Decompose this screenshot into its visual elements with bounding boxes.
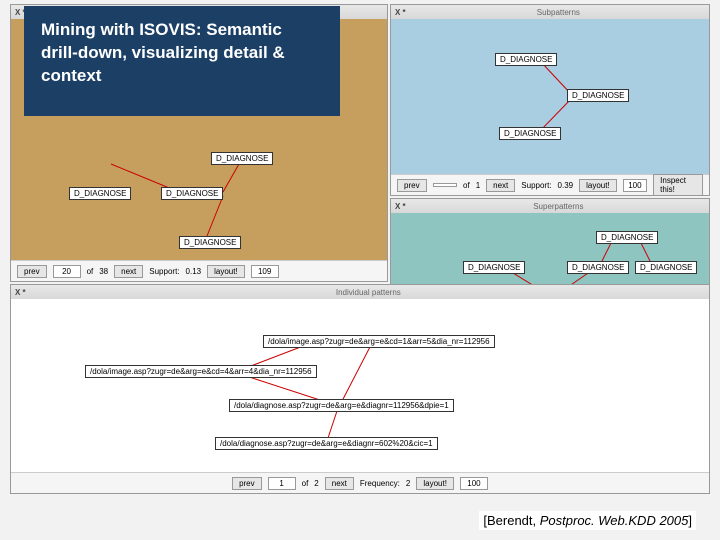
layout-input[interactable]: 109 [251,265,279,278]
pane-title: Subpatterns [412,8,705,17]
graph-node[interactable]: /dola/image.asp?zugr=de&arg=e&cd=1&arr=5… [263,335,495,348]
page-input[interactable]: 1 [268,477,296,490]
pane-title: Superpatterns [412,202,705,211]
graph-node[interactable]: D_DIAGNOSE [567,89,629,102]
pane-header: X * Superpatterns [391,199,709,214]
graph-node[interactable]: /dola/diagnose.asp?zugr=de&arg=e&diagnr=… [215,437,438,450]
title-box: Mining with ISOVIS: Semantic drill-down,… [24,6,340,116]
graph-node[interactable]: D_DIAGNOSE [463,261,525,274]
citation: [Berendt, Postproc. Web.KDD 2005] [479,511,696,530]
pane-header: X * Individual patterns [11,285,709,300]
support-label: Support: [149,267,179,276]
pane-header: X * Subpatterns [391,5,709,20]
pane-toolbar: prev 20 of 38 next Support: 0.13 layout!… [11,260,387,281]
next-button[interactable]: next [325,477,354,490]
inspect-button[interactable]: Inspect this! [653,174,703,196]
graph-node[interactable]: D_DIAGNOSE [161,187,223,200]
citation-suffix: ] [688,513,692,528]
pane-individual: X * Individual patterns /dola/image.asp?… [10,284,710,494]
total-label: 38 [99,267,108,276]
total-label: 1 [476,181,480,190]
graph-node[interactable]: D_DIAGNOSE [499,127,561,140]
graph-node[interactable]: /dola/image.asp?zugr=de&arg=e&cd=4&arr=4… [85,365,317,378]
page-input[interactable]: 20 [53,265,81,278]
close-icon[interactable]: X * [395,202,406,211]
support-value: 0.13 [186,267,202,276]
close-icon[interactable]: X * [15,288,26,297]
frequency-value: 2 [406,479,410,488]
layout-button[interactable]: layout! [207,265,245,278]
graph-node[interactable]: D_DIAGNOSE [635,261,697,274]
total-label: 2 [314,479,318,488]
support-value: 0.39 [558,181,574,190]
pane-subpatterns: X * Subpatterns D_DIAGNOSE D_DIAGNOSE D_… [390,4,710,196]
close-icon[interactable]: X * [395,8,406,17]
frequency-label: Frequency: [360,479,400,488]
of-label: of [87,267,94,276]
page-input[interactable] [433,183,457,187]
edge-layer [391,19,709,175]
graph-node[interactable]: D_DIAGNOSE [179,236,241,249]
graph-node[interactable]: /dola/diagnose.asp?zugr=de&arg=e&diagnr=… [229,399,454,412]
pane-toolbar: prev 1 of 2 next Frequency: 2 layout! 10… [11,472,709,493]
pane-title: Individual patterns [32,288,705,297]
next-button[interactable]: next [114,265,143,278]
graph-node[interactable]: D_DIAGNOSE [596,231,658,244]
graph-node[interactable]: D_DIAGNOSE [495,53,557,66]
pane-canvas: /dola/image.asp?zugr=de&arg=e&cd=1&arr=5… [11,299,709,473]
prev-button[interactable]: prev [232,477,262,490]
layout-button[interactable]: layout! [416,477,454,490]
next-button[interactable]: next [486,179,515,192]
layout-button[interactable]: layout! [579,179,617,192]
support-label: Support: [521,181,551,190]
graph-node[interactable]: D_DIAGNOSE [69,187,131,200]
layout-input[interactable]: 100 [623,179,647,192]
of-label: of [302,479,309,488]
graph-node[interactable]: D_DIAGNOSE [211,152,273,165]
layout-input[interactable]: 100 [460,477,488,490]
citation-source: Postproc. Web.KDD 2005 [540,513,689,528]
graph-node[interactable]: D_DIAGNOSE [567,261,629,274]
prev-button[interactable]: prev [17,265,47,278]
prev-button[interactable]: prev [397,179,427,192]
citation-prefix: [Berendt, [483,513,539,528]
of-label: of [463,181,470,190]
pane-toolbar: prev of 1 next Support: 0.39 layout! 100… [391,174,709,195]
slide: Mining with ISOVIS: Semantic drill-down,… [0,0,720,540]
pane-canvas: D_DIAGNOSE D_DIAGNOSE D_DIAGNOSE [391,19,709,175]
